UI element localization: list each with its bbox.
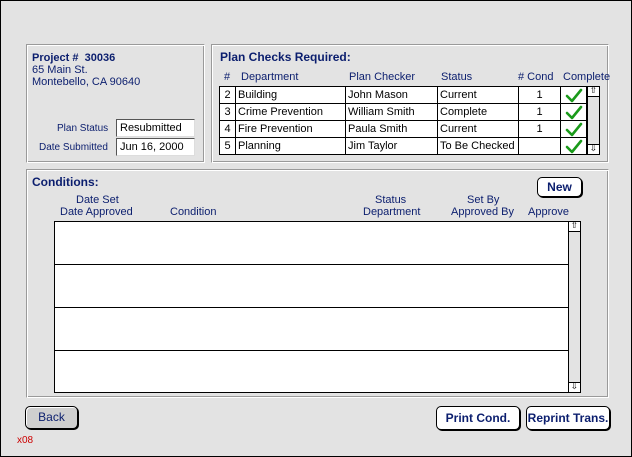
plan-status-field[interactable]: Resubmitted <box>116 119 195 137</box>
cell-num: 2 <box>219 86 236 104</box>
window: Project # 30036 65 Main St. Montebello, … <box>0 0 632 457</box>
cell-plan-checker: Jim Taylor <box>345 137 438 155</box>
col-header-condition: Condition <box>170 206 217 218</box>
col-header-complete: Complete <box>563 71 611 83</box>
back-button[interactable]: Back <box>25 406 78 429</box>
col-header-cond-department: Department <box>363 206 421 218</box>
list-item[interactable] <box>55 351 568 394</box>
conditions-title: Conditions: <box>32 175 99 189</box>
cell-department: Fire Prevention <box>235 120 346 138</box>
cell-complete[interactable] <box>560 120 587 138</box>
reprint-transaction-button[interactable]: Reprint Trans. <box>526 406 610 430</box>
plan-checks-scrollbar[interactable]: ⇧ ⇩ <box>587 86 600 155</box>
plan-checks-title: Plan Checks Required: <box>220 50 351 64</box>
col-header-num: # <box>224 71 231 83</box>
scroll-down-arrow-icon[interactable]: ⇩ <box>587 144 600 155</box>
cell-status: Current <box>437 120 519 138</box>
list-item[interactable] <box>55 308 568 351</box>
new-condition-button[interactable]: New <box>537 177 582 197</box>
list-item[interactable] <box>55 265 568 308</box>
project-address-line1: 65 Main St. <box>32 64 88 76</box>
check-icon <box>565 139 582 153</box>
check-icon <box>565 105 582 119</box>
check-icon <box>565 88 582 102</box>
print-conditions-button[interactable]: Print Cond. <box>436 406 520 430</box>
cell-department: Building <box>235 86 346 104</box>
cell-num-cond <box>518 137 561 155</box>
table-row[interactable]: 5 Planning Jim Taylor To Be Checked <box>219 137 587 155</box>
project-number-value: 30036 <box>84 52 116 64</box>
cell-complete[interactable] <box>560 137 587 155</box>
scroll-up-arrow-icon[interactable]: ⇧ <box>568 221 581 232</box>
cell-plan-checker: William Smith <box>345 103 438 121</box>
cell-num: 3 <box>219 103 236 121</box>
col-header-department: Department <box>241 71 299 83</box>
col-header-set-by: Set By <box>467 194 500 206</box>
col-header-cond-status: Status <box>375 194 407 206</box>
table-row[interactable]: 2 Building John Mason Current 1 <box>219 86 587 104</box>
cell-num-cond: 1 <box>518 120 561 138</box>
date-submitted-label: Date Submitted <box>39 142 108 153</box>
cell-plan-checker: Paula Smith <box>345 120 438 138</box>
cell-num: 4 <box>219 120 236 138</box>
scroll-up-arrow-icon[interactable]: ⇧ <box>587 86 600 97</box>
cell-num-cond: 1 <box>518 86 561 104</box>
project-label: Project # <box>32 52 79 64</box>
col-header-plan-checker: Plan Checker <box>349 71 416 83</box>
check-icon <box>565 122 582 136</box>
table-row[interactable]: 4 Fire Prevention Paula Smith Current 1 <box>219 120 587 138</box>
cell-status: To Be Checked <box>437 137 519 155</box>
plan-status-label: Plan Status <box>57 123 109 134</box>
cell-complete[interactable] <box>560 86 587 104</box>
project-number: Project # 30036 <box>32 52 115 64</box>
cell-department: Planning <box>235 137 346 155</box>
project-address-line2: Montebello, CA 90640 <box>32 76 141 88</box>
scroll-down-arrow-icon[interactable]: ⇩ <box>568 382 581 393</box>
col-header-approve: Approve <box>528 206 569 218</box>
cell-num-cond: 1 <box>518 103 561 121</box>
conditions-scrollbar[interactable]: ⇧ ⇩ <box>568 221 581 393</box>
plan-checks-table: 2 Building John Mason Current 1 3 Crime Preven… <box>219 86 587 155</box>
cell-complete[interactable] <box>560 103 587 121</box>
cell-department: Crime Prevention <box>235 103 346 121</box>
table-row[interactable]: 3 Crime Prevention William Smith Complete 1 <box>219 103 587 121</box>
conditions-list[interactable] <box>54 221 569 393</box>
list-item[interactable] <box>55 222 568 265</box>
col-header-date-set: Date Set <box>76 194 119 206</box>
col-header-num-cond: # Cond <box>518 71 554 83</box>
col-header-approved-by: Approved By <box>451 206 514 218</box>
cell-status: Current <box>437 86 519 104</box>
col-header-date-approved: Date Approved <box>60 206 133 218</box>
cell-status: Complete <box>437 103 519 121</box>
cell-num: 5 <box>219 137 236 155</box>
col-header-status: Status <box>441 71 473 83</box>
screen-code: x08 <box>17 435 34 446</box>
date-submitted-field[interactable]: Jun 16, 2000 <box>116 138 195 156</box>
cell-plan-checker: John Mason <box>345 86 438 104</box>
